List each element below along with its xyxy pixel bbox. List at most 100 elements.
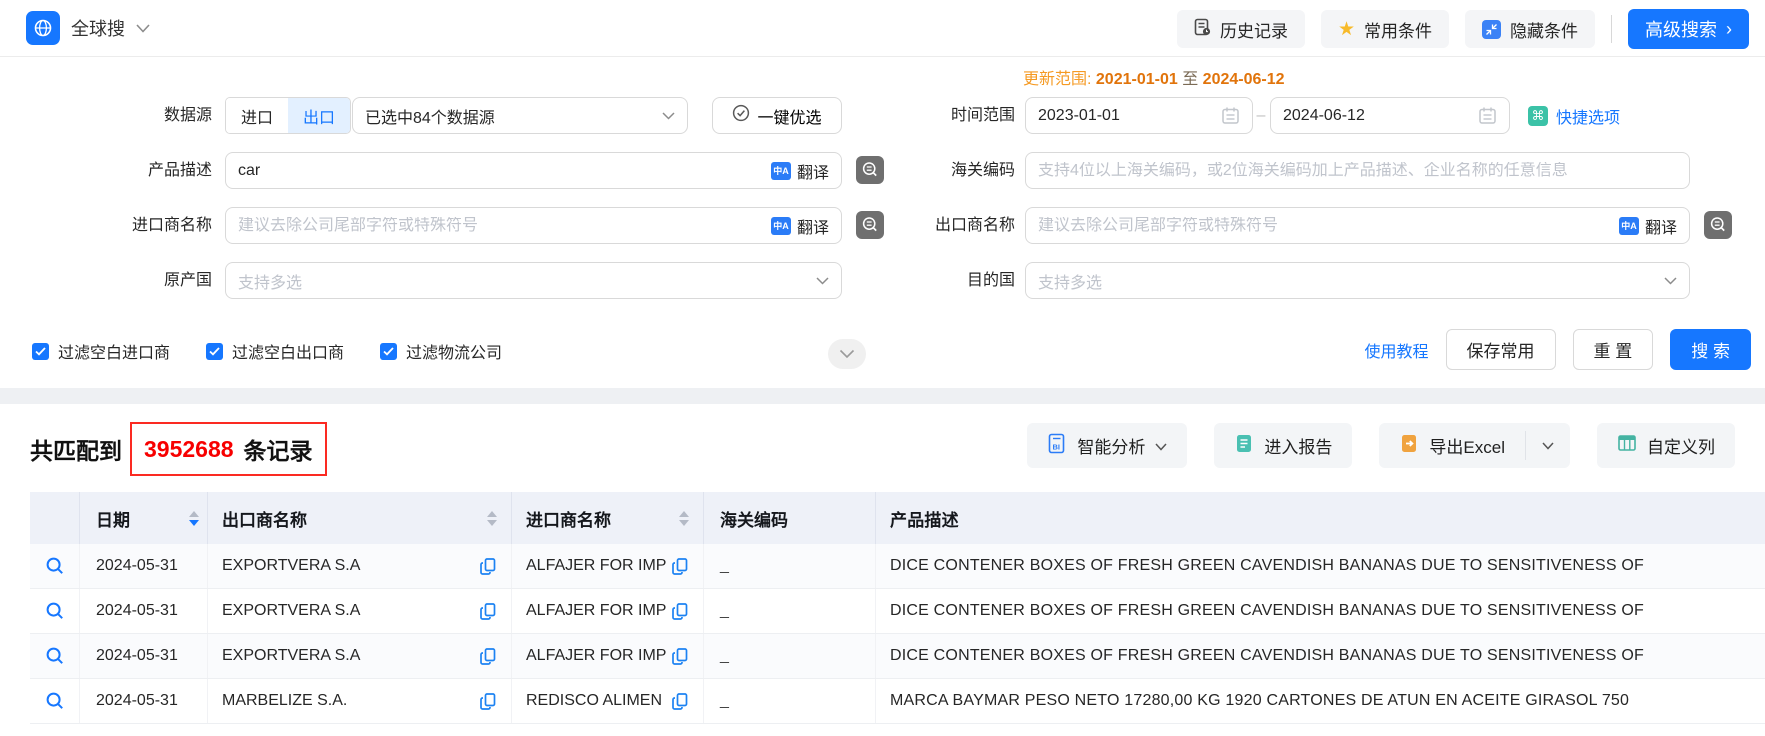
section-divider bbox=[0, 388, 1765, 404]
checked-checkbox-icon bbox=[380, 343, 397, 360]
results-table: 日期 出口商名称 进口商名称 海关编码 产品描述 bbox=[30, 492, 1765, 724]
sort-control-date[interactable] bbox=[189, 511, 199, 526]
copy-icon[interactable] bbox=[671, 557, 689, 576]
favorites-button[interactable]: ★ 常用条件 bbox=[1321, 10, 1449, 48]
checkbox-label: 过滤空白进口商 bbox=[58, 339, 170, 363]
translate-button[interactable]: 中A 翻译 bbox=[1619, 214, 1677, 238]
match-count: 3952688 bbox=[144, 436, 234, 463]
search-button[interactable]: 搜 索 bbox=[1670, 329, 1751, 370]
table-row: 2024-05-31 EXPORTVERA S.A ALFAJER FOR IM… bbox=[30, 544, 1765, 589]
chevron-down-icon bbox=[1155, 436, 1167, 456]
copy-icon[interactable] bbox=[479, 557, 497, 576]
report-notebook-icon bbox=[1234, 433, 1254, 459]
hs-code-field bbox=[1025, 152, 1690, 189]
sort-control-importer[interactable] bbox=[679, 511, 689, 526]
excel-document-icon bbox=[1399, 433, 1419, 459]
row-detail-search-icon[interactable] bbox=[45, 691, 65, 711]
quick-options-link[interactable]: ⌘ 快捷选项 bbox=[1528, 97, 1620, 134]
hs-code-input[interactable] bbox=[1038, 162, 1677, 180]
exporter-name-label: 出口商名称 bbox=[0, 207, 1015, 244]
sort-control-exporter[interactable] bbox=[487, 511, 497, 526]
cell-importer: ALFAJER FOR IMP bbox=[526, 602, 666, 620]
results-section: 共匹配到 3952688 条记录 BI 智能分析 进入报告 bbox=[0, 404, 1765, 736]
favorites-label: 常用条件 bbox=[1364, 17, 1432, 42]
date-end-field[interactable]: 2024-06-12 bbox=[1270, 97, 1510, 134]
enter-report-label: 进入报告 bbox=[1264, 433, 1332, 458]
advanced-search-button[interactable]: 高级搜索 › bbox=[1628, 9, 1749, 49]
calendar-icon bbox=[1221, 106, 1240, 125]
export-excel-label: 导出Excel bbox=[1429, 433, 1505, 458]
save-favorite-button[interactable]: 保存常用 bbox=[1446, 329, 1556, 370]
customize-columns-label: 自定义列 bbox=[1647, 433, 1715, 458]
cell-product: MARCA BAYMAR PESO NETO 17280,00 KG 1920 … bbox=[876, 679, 1765, 723]
export-excel-split-button: 导出Excel bbox=[1379, 423, 1570, 468]
copy-icon[interactable] bbox=[671, 647, 689, 666]
table-row: 2024-05-31 EXPORTVERA S.A ALFAJER FOR IM… bbox=[30, 589, 1765, 634]
update-range-start: 2021-01-01 bbox=[1096, 71, 1178, 88]
cell-hs-code: _ bbox=[720, 692, 729, 710]
header-product: 产品描述 bbox=[876, 492, 1765, 544]
date-range-dash: – bbox=[1254, 97, 1268, 134]
copy-icon[interactable] bbox=[479, 647, 497, 666]
cell-importer: ALFAJER FOR IMP bbox=[526, 647, 666, 665]
svg-text:BI: BI bbox=[1053, 442, 1061, 451]
enter-report-button[interactable]: 进入报告 bbox=[1214, 423, 1352, 468]
form-actions: 使用教程 保存常用 重 置 搜 索 bbox=[1365, 329, 1751, 370]
date-start-field[interactable]: 2023-01-01 bbox=[1025, 97, 1253, 134]
header-hs-code: 海关编码 bbox=[704, 492, 876, 544]
cell-exporter: EXPORTVERA S.A bbox=[222, 602, 360, 620]
export-options-chevron[interactable] bbox=[1526, 423, 1570, 468]
row-detail-search-icon[interactable] bbox=[45, 556, 65, 576]
checkbox-label: 过滤物流公司 bbox=[406, 339, 502, 363]
copy-icon[interactable] bbox=[479, 602, 497, 621]
customize-columns-button[interactable]: 自定义列 bbox=[1597, 423, 1735, 468]
results-actions: BI 智能分析 进入报告 导出Excel bbox=[1027, 423, 1735, 468]
copy-icon[interactable] bbox=[671, 692, 689, 711]
cell-product: DICE CONTENER BOXES OF FRESH GREEN CAVEN… bbox=[876, 634, 1765, 678]
date-start-value: 2023-01-01 bbox=[1038, 107, 1120, 125]
checkbox-filter-blank-importer[interactable]: 过滤空白进口商 bbox=[32, 339, 170, 363]
header-search-column bbox=[30, 492, 80, 544]
hide-conditions-label: 隐藏条件 bbox=[1510, 17, 1578, 42]
history-icon bbox=[1194, 18, 1211, 41]
checkbox-filter-blank-exporter[interactable]: 过滤空白出口商 bbox=[206, 339, 344, 363]
export-excel-button[interactable]: 导出Excel bbox=[1379, 423, 1525, 468]
date-end-value: 2024-06-12 bbox=[1283, 107, 1365, 125]
row-detail-search-icon[interactable] bbox=[45, 601, 65, 621]
hide-conditions-button[interactable]: 隐藏条件 bbox=[1465, 10, 1595, 48]
summary-prefix: 共匹配到 bbox=[30, 432, 122, 466]
tutorial-link[interactable]: 使用教程 bbox=[1365, 338, 1429, 362]
history-button[interactable]: 历史记录 bbox=[1177, 10, 1305, 48]
copy-icon[interactable] bbox=[479, 692, 497, 711]
columns-grid-icon bbox=[1617, 433, 1637, 458]
collapse-form-button[interactable] bbox=[828, 339, 866, 369]
cell-importer: REDISCO ALIMEN bbox=[526, 692, 662, 710]
history-label: 历史记录 bbox=[1220, 17, 1288, 42]
summary-suffix: 条记录 bbox=[244, 432, 313, 466]
dest-country-select[interactable]: 支持多选 bbox=[1025, 262, 1690, 299]
header-importer-label: 进口商名称 bbox=[526, 506, 611, 531]
reset-button[interactable]: 重 置 bbox=[1573, 329, 1654, 370]
checkbox-filter-logistics[interactable]: 过滤物流公司 bbox=[380, 339, 502, 363]
row-detail-search-icon[interactable] bbox=[45, 646, 65, 666]
header-hs-code-label: 海关编码 bbox=[720, 506, 788, 531]
ai-analysis-button[interactable]: BI 智能分析 bbox=[1027, 423, 1187, 468]
dest-country-placeholder: 支持多选 bbox=[1038, 269, 1102, 293]
update-range-note: 更新范围: 2021-01-01 至 2024-06-12 bbox=[1023, 65, 1285, 89]
table-header-row: 日期 出口商名称 进口商名称 海关编码 产品描述 bbox=[30, 492, 1765, 544]
bi-document-icon: BI bbox=[1047, 433, 1067, 459]
chevron-down-icon bbox=[1664, 272, 1677, 290]
cell-date: 2024-05-31 bbox=[80, 634, 208, 678]
copy-icon[interactable] bbox=[671, 602, 689, 621]
header-exporter: 出口商名称 bbox=[208, 492, 512, 544]
exporter-name-input[interactable] bbox=[1038, 217, 1619, 235]
translate-label: 翻译 bbox=[1645, 214, 1677, 238]
filter-checkbox-row: 过滤空白进口商 过滤空白出口商 过滤物流公司 bbox=[32, 339, 502, 363]
cell-hs-code: _ bbox=[720, 557, 729, 575]
fuzzy-search-toggle-button[interactable] bbox=[1704, 211, 1732, 239]
app-switcher[interactable]: 全球搜 bbox=[26, 11, 150, 45]
update-range-to: 至 bbox=[1182, 71, 1198, 88]
star-icon: ★ bbox=[1338, 20, 1355, 39]
collapse-corner-icon bbox=[1482, 20, 1501, 39]
page: 全球搜 历史记录 ★ 常用条件 隐藏条件 bbox=[0, 0, 1765, 736]
